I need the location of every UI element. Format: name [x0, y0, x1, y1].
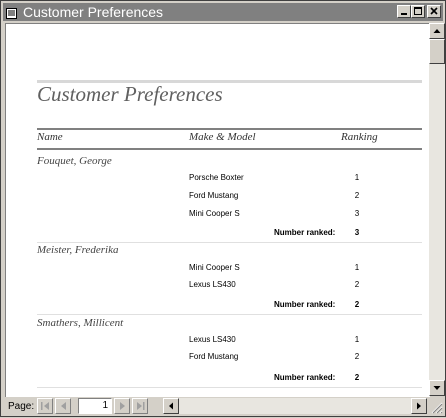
- item-model: Mini Cooper S: [189, 209, 240, 218]
- item-rank: 3: [354, 209, 360, 218]
- resize-grip-icon[interactable]: [429, 400, 443, 414]
- item-rank: 1: [354, 263, 360, 272]
- next-page-button[interactable]: [114, 398, 130, 414]
- minimize-button[interactable]: [397, 5, 411, 18]
- report-title: Customer Preferences: [37, 82, 223, 106]
- item-model: Ford Mustang: [189, 191, 239, 200]
- header-rule-bottom: [37, 148, 422, 150]
- customer-name: Fouquet, George: [37, 155, 112, 167]
- scroll-up-button[interactable]: [429, 23, 445, 39]
- arrow-up-icon: [433, 29, 441, 33]
- maximize-button[interactable]: [411, 5, 425, 18]
- customer-name: Meister, Frederika: [37, 244, 119, 256]
- column-header-model: Make & Model: [189, 131, 256, 143]
- close-button[interactable]: [427, 5, 441, 18]
- report-canvas: Customer Preferences Name Make & Model R…: [5, 23, 430, 397]
- header-rule-top: [37, 128, 422, 130]
- horizontal-scrollbar[interactable]: [163, 398, 427, 414]
- scroll-right-button[interactable]: [411, 398, 427, 414]
- item-model: Mini Cooper S: [189, 263, 240, 272]
- scroll-left-button[interactable]: [163, 398, 179, 414]
- arrow-right-icon: [417, 402, 421, 410]
- column-header-ranking: Ranking: [341, 131, 378, 143]
- scroll-thumb[interactable]: [429, 39, 445, 64]
- item-model: Ford Mustang: [189, 352, 239, 361]
- group-separator: [37, 314, 422, 315]
- report-window: Customer Preferences Customer Preference…: [0, 0, 446, 417]
- navigation-bar: Page: 1: [3, 398, 443, 414]
- page-label: Page:: [8, 401, 35, 412]
- item-rank: 1: [354, 335, 360, 344]
- minimize-icon: [401, 13, 407, 15]
- item-rank: 2: [354, 280, 360, 289]
- title-bar[interactable]: Customer Preferences: [3, 3, 443, 21]
- arrow-left-icon: [169, 402, 173, 410]
- previous-page-button[interactable]: [55, 398, 71, 414]
- close-icon: [430, 7, 438, 15]
- page-number-input[interactable]: 1: [78, 398, 112, 414]
- number-ranked-label: Number ranked:: [274, 300, 336, 309]
- number-ranked-value: 3: [354, 228, 360, 237]
- scroll-down-button[interactable]: [429, 380, 445, 396]
- customer-name: Smathers, Millicent: [37, 317, 124, 329]
- first-page-icon: [41, 402, 49, 410]
- first-page-button[interactable]: [37, 398, 53, 414]
- next-page-icon: [120, 402, 125, 410]
- group-separator: [37, 242, 422, 243]
- number-ranked-label: Number ranked:: [274, 373, 336, 382]
- group-separator: [37, 387, 422, 388]
- vertical-scrollbar[interactable]: [429, 23, 445, 396]
- column-header-name: Name: [37, 131, 63, 143]
- item-model: Lexus LS430: [189, 280, 236, 289]
- item-rank: 2: [354, 191, 360, 200]
- item-rank: 1: [354, 173, 360, 182]
- maximize-icon: [414, 7, 422, 15]
- item-model: Porsche Boxter: [189, 173, 244, 182]
- previous-page-icon: [61, 402, 66, 410]
- last-page-button[interactable]: [132, 398, 148, 414]
- number-ranked-value: 2: [354, 300, 360, 309]
- item-rank: 2: [354, 352, 360, 361]
- arrow-down-icon: [433, 386, 441, 390]
- number-ranked-value: 2: [354, 373, 360, 382]
- item-model: Lexus LS430: [189, 335, 236, 344]
- number-ranked-label: Number ranked:: [274, 228, 336, 237]
- window-title: Customer Preferences: [23, 4, 164, 20]
- last-page-icon: [137, 402, 145, 410]
- report-icon: [6, 6, 17, 19]
